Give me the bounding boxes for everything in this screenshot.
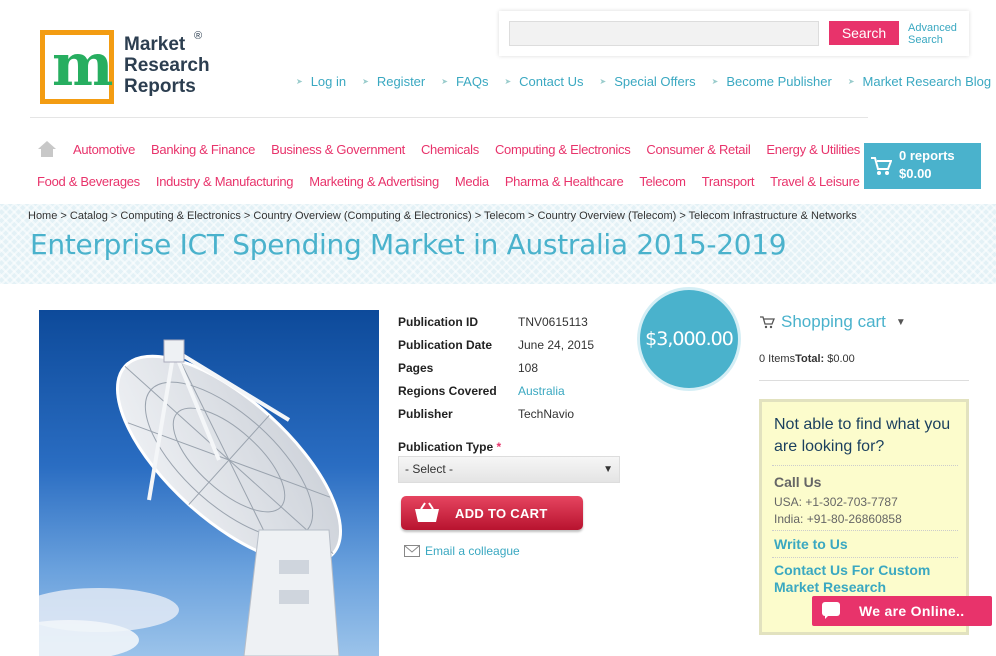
cart-icon <box>760 316 775 329</box>
breadcrumb-telecom[interactable]: Telecom <box>484 210 525 222</box>
register-link[interactable]: ➤ Register <box>362 74 425 89</box>
category-travel-leisure[interactable]: Travel & Leisure <box>770 174 860 189</box>
detail-row: Pages 108 <box>398 360 539 375</box>
live-chat-button[interactable]: We are Online.. <box>812 596 992 626</box>
arrow-icon: ➤ <box>847 77 855 86</box>
breadcrumb-computing[interactable]: Computing & Electronics <box>120 210 240 222</box>
divider <box>759 380 969 381</box>
logo-mark: m <box>40 30 114 104</box>
category-industry-manufacturing[interactable]: Industry & Manufacturing <box>156 174 294 189</box>
arrow-icon: ➤ <box>599 77 607 86</box>
cart-icon <box>871 157 892 175</box>
product-image <box>39 310 379 656</box>
become-publisher-link[interactable]: ➤ Become Publisher <box>712 74 832 89</box>
cart-count: 0 reports <box>899 148 955 163</box>
breadcrumb: Home > Catalog > Computing & Electronics… <box>28 210 857 222</box>
arrow-icon: ➤ <box>362 77 369 86</box>
category-automotive[interactable]: Automotive <box>73 142 135 157</box>
detail-row: Publication ID TNV0615113 <box>398 314 588 329</box>
faqs-link[interactable]: ➤ FAQs <box>441 74 488 89</box>
top-nav: ➤ Log in ➤ Register ➤ FAQs ➤ Contact Us ➤ Spe… <box>296 74 991 89</box>
contact-us-link[interactable]: ➤ Contact Us <box>504 74 583 89</box>
home-icon[interactable] <box>37 140 57 158</box>
arrow-icon: ➤ <box>711 77 719 86</box>
breadcrumb-country-overview-telecom[interactable]: Country Overview (Telecom) <box>538 210 677 222</box>
category-telecom[interactable]: Telecom <box>639 174 686 189</box>
arrow-icon: ➤ <box>296 77 303 86</box>
breadcrumb-home[interactable]: Home <box>28 210 57 222</box>
chat-bubble-icon <box>822 602 840 619</box>
blog-link[interactable]: ➤ Market Research Blog <box>848 74 991 89</box>
product-details: Publication ID TNV0615113 Publication Da… <box>398 310 594 425</box>
category-banking-finance[interactable]: Banking & Finance <box>151 142 255 157</box>
category-nav-row2: Food & Beverages Industry & Manufacturin… <box>37 174 860 189</box>
phone-india: India: +91-80-26860858 <box>774 512 902 526</box>
page-title: Enterprise ICT Spending Market in Austra… <box>30 228 787 261</box>
region-link[interactable]: Australia <box>518 384 565 398</box>
cart-amount: $0.00 <box>899 166 932 181</box>
breadcrumb-catalog[interactable]: Catalog <box>70 210 108 222</box>
detail-row: Regions Covered Australia <box>398 383 565 398</box>
category-business-government[interactable]: Business & Government <box>271 142 405 157</box>
phone-usa: USA: +1-302-703-7787 <box>774 495 898 509</box>
breadcrumb-country-overview-computing[interactable]: Country Overview (Computing & Electronic… <box>253 210 471 222</box>
publication-type-select[interactable]: - Select - ▼ <box>398 456 620 483</box>
dropdown-caret-icon: ▼ <box>603 464 613 475</box>
price-badge: $3,000.00 <box>640 290 738 388</box>
search-panel: Search Advanced Search <box>499 11 969 56</box>
logo-text: Market Research Reports <box>124 34 210 97</box>
mail-icon <box>404 545 420 557</box>
arrow-icon: ➤ <box>504 77 512 86</box>
help-question: Not able to find what you are looking fo… <box>774 416 951 455</box>
category-marketing-advertising[interactable]: Marketing & Advertising <box>309 174 439 189</box>
login-link[interactable]: ➤ Log in <box>296 74 346 89</box>
category-media[interactable]: Media <box>455 174 489 189</box>
divider <box>30 117 868 118</box>
detail-row: Publication Date June 24, 2015 <box>398 337 595 352</box>
header-cart-button[interactable]: 0 reports $0.00 <box>864 143 981 189</box>
shopping-cart-toggle[interactable]: Shopping cart ▼ <box>759 312 906 332</box>
add-to-cart-button[interactable]: ADD TO CART <box>401 496 583 530</box>
category-pharma-healthcare[interactable]: Pharma & Healthcare <box>505 174 624 189</box>
email-colleague-link[interactable]: Email a colleague <box>404 544 520 558</box>
detail-row: Publisher TechNavio <box>398 406 575 421</box>
site-logo[interactable]: m Market Research Reports ® <box>40 30 220 110</box>
arrow-icon: ➤ <box>441 77 448 86</box>
advanced-search-link[interactable]: Advanced Search <box>908 22 968 46</box>
category-transport[interactable]: Transport <box>702 174 755 189</box>
cart-summary: 0 ItemsTotal: $0.00 <box>759 353 855 365</box>
chevron-down-icon: ▼ <box>895 316 906 328</box>
category-chemicals[interactable]: Chemicals <box>421 142 479 157</box>
category-nav-row1: Automotive Banking & Finance Business & … <box>73 142 860 157</box>
breadcrumb-telecom-infrastructure[interactable]: Telecom Infrastructure & Networks <box>689 210 857 222</box>
search-button[interactable]: Search <box>829 21 899 45</box>
custom-research-link[interactable]: Contact Us For Custom Market Research <box>774 562 954 596</box>
category-computing-electronics[interactable]: Computing & Electronics <box>495 142 631 157</box>
category-consumer-retail[interactable]: Consumer & Retail <box>646 142 750 157</box>
write-to-us-link[interactable]: Write to Us <box>774 536 848 553</box>
search-input[interactable] <box>509 21 819 46</box>
publication-type-label: Publication Type * <box>398 440 502 454</box>
call-us-heading: Call Us <box>774 474 822 490</box>
category-energy-utilities[interactable]: Energy & Utilities <box>766 142 860 157</box>
basket-icon <box>415 502 439 522</box>
special-offers-link[interactable]: ➤ Special Offers <box>599 74 695 89</box>
category-food-beverages[interactable]: Food & Beverages <box>37 174 140 189</box>
